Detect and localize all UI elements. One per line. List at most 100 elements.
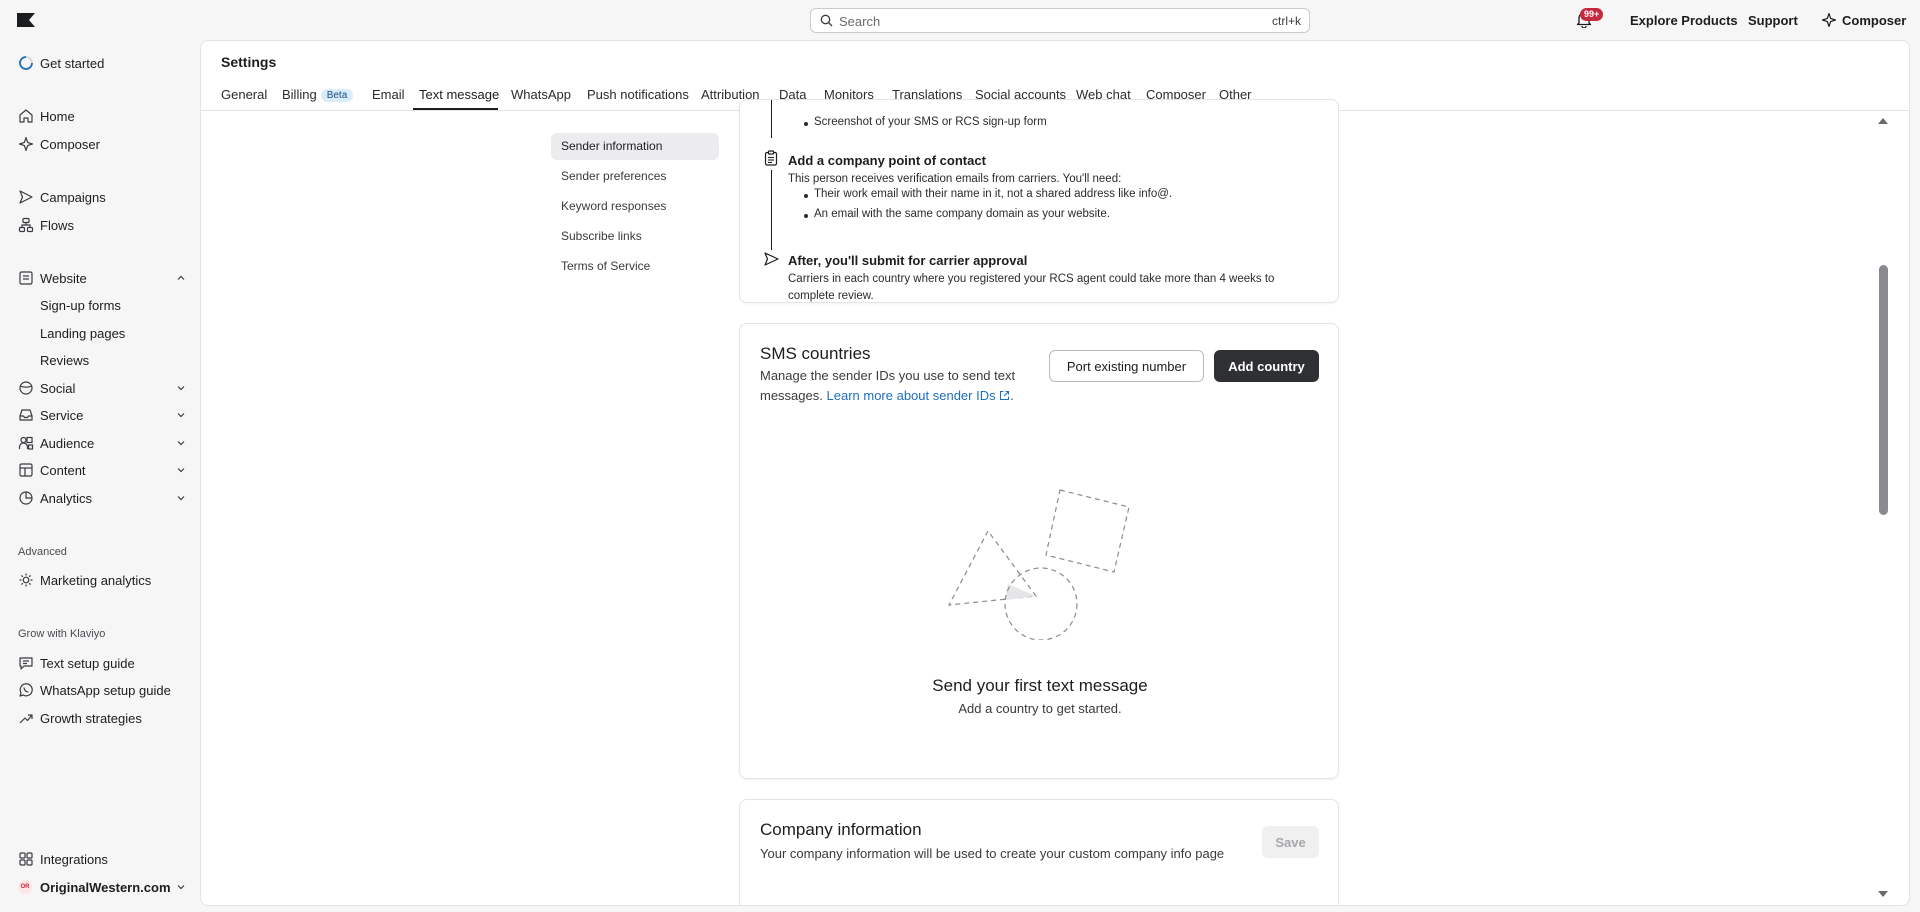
subnav-sender-preferences[interactable]: Sender preferences xyxy=(551,163,719,190)
sidebar-label: Flows xyxy=(40,217,74,233)
sidebar-label: Integrations xyxy=(40,851,108,867)
company-information-title: Company information xyxy=(760,820,922,839)
chevron-down-icon xyxy=(176,493,186,503)
lightbulb-icon xyxy=(18,572,34,588)
port-existing-number-button[interactable]: Port existing number xyxy=(1049,350,1204,382)
explore-products-link[interactable]: Explore Products xyxy=(1630,13,1738,28)
sidebar-label: Get started xyxy=(40,55,105,71)
sidebar-label: Marketing analytics xyxy=(40,572,152,588)
external-link-icon xyxy=(999,390,1010,401)
sidebar-subitem-signup-forms[interactable]: Sign-up forms xyxy=(40,298,121,313)
search-input[interactable]: Search ctrl+k xyxy=(810,8,1310,33)
sidebar-label: Analytics xyxy=(40,490,93,506)
account-avatar: OR xyxy=(18,880,32,894)
scroll-down-arrow-icon[interactable] xyxy=(1877,890,1889,898)
sidebar-item-service[interactable]: Service xyxy=(18,404,186,426)
social-icon xyxy=(18,380,34,396)
learn-more-sender-ids-link[interactable]: Learn more about sender IDs xyxy=(827,388,1011,403)
sidebar-label: Content xyxy=(40,462,86,478)
tab-whatsapp[interactable]: WhatsApp xyxy=(511,87,571,102)
sidebar-subitem-landing-pages[interactable]: Landing pages xyxy=(40,326,125,341)
sidebar-item-social[interactable]: Social xyxy=(18,377,186,399)
analytics-pie-icon xyxy=(18,490,34,506)
subnav-sender-information[interactable]: Sender information xyxy=(551,133,719,160)
klaviyo-logo-icon[interactable] xyxy=(17,13,35,27)
chevron-down-icon xyxy=(176,383,186,393)
composer-sparkle-icon xyxy=(1822,13,1836,27)
step-connector-line xyxy=(771,170,772,250)
add-country-button[interactable]: Add country xyxy=(1214,350,1319,382)
sidebar-item-website[interactable]: Website xyxy=(18,267,186,289)
page-title: Settings xyxy=(221,54,277,70)
sidebar-label: Website xyxy=(40,270,87,286)
sidebar-item-marketing-analytics[interactable]: Marketing analytics xyxy=(18,569,186,591)
company-information-card: Company information Your company informa… xyxy=(739,799,1339,905)
tab-text-message[interactable]: Text message xyxy=(419,87,499,102)
step-connector-line xyxy=(771,100,772,138)
sidebar-item-text-setup-guide[interactable]: Text setup guide xyxy=(18,652,186,674)
sidebar-item-growth-strategies[interactable]: Growth strategies xyxy=(18,707,186,729)
link-label: Learn more about sender IDs xyxy=(826,388,996,403)
inbox-icon xyxy=(18,407,34,423)
top-bar: Search ctrl+k 99+ Explore Products Suppo… xyxy=(0,0,1920,40)
send-icon xyxy=(764,252,779,266)
chevron-down-icon xyxy=(176,882,186,892)
tab-general[interactable]: General xyxy=(221,87,267,102)
sidebar-label: Composer xyxy=(40,136,100,152)
requirement-bullet: Screenshot of your SMS or RCS sign-up fo… xyxy=(804,116,1047,128)
scrollbar-thumb[interactable] xyxy=(1879,265,1888,515)
sidebar-label: WhatsApp setup guide xyxy=(40,682,171,698)
sidebar-label: Social xyxy=(40,380,76,396)
tab-email[interactable]: Email xyxy=(372,87,405,102)
sidebar-label: Service xyxy=(40,407,84,423)
composer-top-link[interactable]: Composer xyxy=(1842,13,1906,28)
sidebar-item-campaigns[interactable]: Campaigns xyxy=(18,186,186,208)
sidebar-item-content[interactable]: Content xyxy=(18,459,186,481)
sidebar-subitem-reviews[interactable]: Reviews xyxy=(40,353,89,368)
scroll-up-arrow-icon[interactable] xyxy=(1877,117,1889,125)
content-icon xyxy=(18,462,34,478)
sidebar-item-home[interactable]: Home xyxy=(18,105,186,127)
step-text-approval: Carriers in each country where you regis… xyxy=(788,273,1275,302)
clipboard-icon xyxy=(764,150,778,166)
subnav-terms-of-service[interactable]: Terms of Service xyxy=(551,253,719,280)
support-link[interactable]: Support xyxy=(1748,13,1798,28)
integrations-icon xyxy=(18,851,34,867)
empty-state-title: Send your first text message xyxy=(932,676,1148,695)
step-text-contact: This person receives verification emails… xyxy=(788,173,1122,185)
tab-push-notifications[interactable]: Push notifications xyxy=(587,87,689,102)
requirement-bullet: An email with the same company domain as… xyxy=(804,208,1110,220)
whatsapp-icon xyxy=(18,682,34,698)
chevron-up-icon xyxy=(176,273,186,283)
sidebar-item-analytics[interactable]: Analytics xyxy=(18,487,186,509)
tab-label: Billing xyxy=(282,87,317,102)
sidebar-item-audience[interactable]: Audience xyxy=(18,432,186,454)
sidebar-item-flows[interactable]: Flows xyxy=(18,214,186,236)
sidebar-item-get-started[interactable]: Get started xyxy=(18,52,186,74)
rcs-steps-card: Screenshot of your SMS or RCS sign-up fo… xyxy=(739,99,1339,303)
subnav-subscribe-links[interactable]: Subscribe links xyxy=(551,223,719,250)
flows-icon xyxy=(18,217,34,233)
account-switcher[interactable]: OR OriginalWestern.com xyxy=(18,876,186,898)
website-icon xyxy=(18,270,34,286)
subnav-keyword-responses[interactable]: Keyword responses xyxy=(551,193,719,220)
sidebar-label: Home xyxy=(40,108,75,124)
home-icon xyxy=(18,108,34,124)
empty-state-illustration xyxy=(947,488,1137,640)
sidebar-section-grow: Grow with Klaviyo xyxy=(18,628,106,640)
settings-panel: Settings General Billing Beta Email Text … xyxy=(200,40,1910,906)
company-information-description: Your company information will be used to… xyxy=(760,846,1225,861)
requirement-bullet: Their work email with their name in it, … xyxy=(803,188,1173,200)
trending-up-icon xyxy=(18,710,34,726)
sidebar: Get started Home Composer Campaigns Flow… xyxy=(0,40,200,912)
sidebar-item-integrations[interactable]: Integrations xyxy=(18,848,186,870)
save-button[interactable]: Save xyxy=(1262,826,1319,858)
chevron-down-icon xyxy=(176,410,186,420)
sidebar-label: Campaigns xyxy=(40,189,106,205)
tab-billing[interactable]: Billing Beta xyxy=(282,87,354,102)
chat-bubble-icon xyxy=(18,655,34,671)
sidebar-item-composer[interactable]: Composer xyxy=(18,133,186,155)
sidebar-item-whatsapp-setup-guide[interactable]: WhatsApp setup guide xyxy=(18,679,186,701)
sender-subnav: Sender information Sender preferences Ke… xyxy=(551,133,719,283)
sms-countries-description: Manage the sender IDs you use to send te… xyxy=(760,366,1040,406)
